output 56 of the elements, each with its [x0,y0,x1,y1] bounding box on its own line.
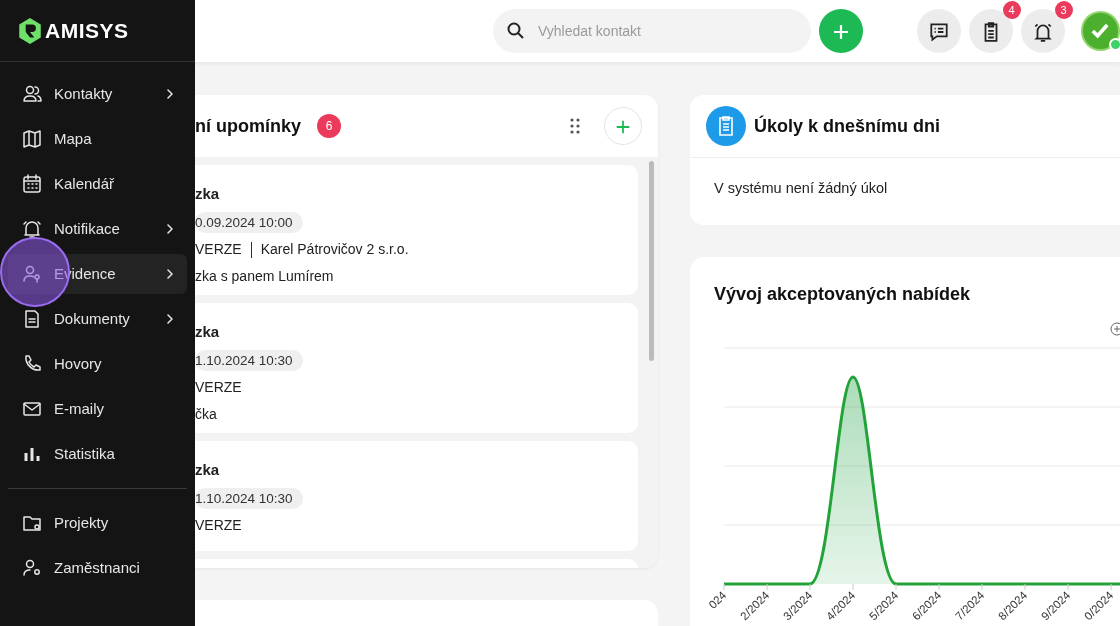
sidebar-item[interactable]: Dokumenty [8,299,187,339]
count-badge: 4 [1002,1,1021,19]
map-icon [22,129,42,149]
drag-handle-icon [570,118,580,134]
search-icon [506,21,526,41]
add-button[interactable] [604,107,642,145]
reminder-title: zka [195,184,221,204]
messages-button[interactable] [916,9,961,53]
date-label: 1.10.2024 10:30 [195,487,303,509]
search-field[interactable]: Vyhledat kontakt [493,9,811,53]
avatar[interactable] [1080,11,1120,51]
calendar-icon [22,174,42,194]
count-badge: 6 [317,114,341,138]
envelope-icon [22,399,42,419]
folder-gear-icon [22,513,42,533]
scrollbar[interactable] [649,161,654,361]
document-icon [22,309,42,329]
count-badge: 3 [1054,1,1073,19]
company-name: Karel Pátrovičov 2 s.r.o. [260,240,409,257]
reminder-card[interactable]: zka 1.10.2024 10:30 VERZE [195,441,638,551]
sidebar-item[interactable]: Hovory [8,344,187,384]
date-label: 1.10.2024 10:30 [195,349,303,371]
sidebar-item[interactable]: Projekty [8,503,187,543]
phone-icon [22,354,42,374]
sidebar-item[interactable]: Kontakty [8,74,187,114]
project-name: VERZE [195,516,242,533]
sidebar-item[interactable]: Zaměstnanci [8,548,187,588]
add-button[interactable] [819,9,863,53]
sidebar-item[interactable]: E-maily [8,389,187,429]
user-key-icon [22,264,42,284]
chart-title: Vývoj akceptovaných nabídek [714,284,971,304]
people-icon [22,84,42,104]
bell-icon [22,219,42,239]
reminder-note: zka s panem Lumírem [195,266,335,286]
sidebar-item[interactable]: Notifikace [8,209,187,249]
card-title: ní upomínky [195,114,301,138]
reminder-note: čka [195,404,218,424]
reminder-card[interactable]: zka 1.10.2024 10:30 VERZE čka [195,303,638,433]
reminder-title: zka [195,460,221,480]
logo-icon [17,16,43,45]
reminder-card[interactable]: zka 0.09.2024 10:00 VERZE Karel Pátrovičov 2 s.r.o. zka s panem Lumírem [195,165,638,295]
date-label: 0.09.2024 10:00 [195,211,303,233]
empty-message: V systému není žádný úkol [714,180,888,196]
card-title: Úkoly k dnešnímu dni [754,114,941,138]
user-gear-icon [22,558,42,578]
zoom-in-icon[interactable] [1110,322,1120,336]
project-name: VERZE [195,378,242,395]
sidebar-item[interactable]: Mapa [8,119,187,159]
project-name: VERZE [195,240,242,257]
sidebar-item[interactable]: Statistika [8,434,187,474]
message-icon [927,20,950,43]
sidebar-item[interactable]: Kalendář [8,164,187,204]
clipboard-icon [706,106,746,146]
axis-label: 024 [706,588,729,611]
reminder-title: zka [195,322,221,342]
brand-name: AMISYS [45,17,129,44]
